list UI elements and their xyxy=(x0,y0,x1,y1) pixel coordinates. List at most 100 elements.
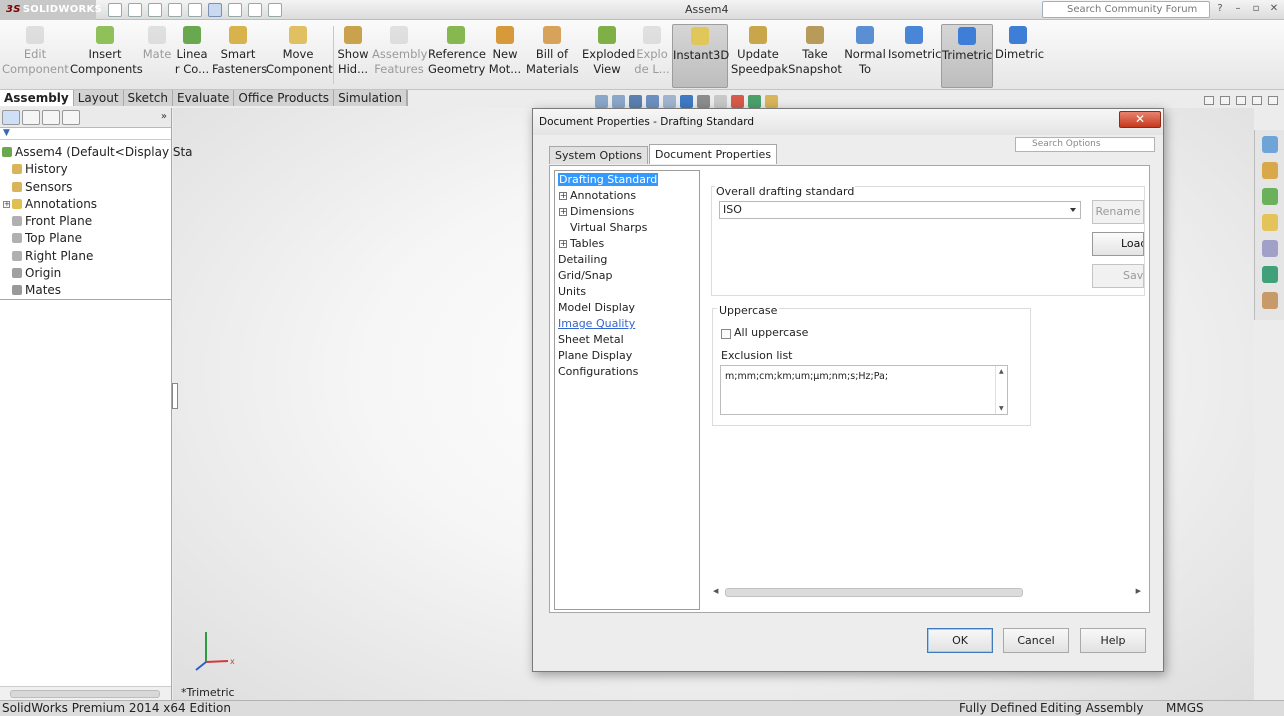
isometric-button[interactable]: Isometric xyxy=(888,24,941,88)
all-uppercase-label[interactable]: All uppercase xyxy=(734,326,808,339)
scroll-right-icon[interactable]: ▶ xyxy=(1136,587,1141,595)
custom-properties-icon[interactable] xyxy=(1261,266,1278,283)
previous-view-icon[interactable] xyxy=(629,95,642,108)
bill-of-materials-button[interactable]: Bill of Materials xyxy=(526,24,579,88)
help-button[interactable]: Help xyxy=(1080,628,1146,653)
feature-manager-tab-icon[interactable] xyxy=(2,110,20,125)
option-configurations[interactable]: Configurations xyxy=(555,364,699,380)
rebuild-icon[interactable] xyxy=(228,3,242,17)
scrollbar-thumb[interactable] xyxy=(10,690,160,698)
option-virtual-sharps[interactable]: Virtual Sharps xyxy=(555,220,699,236)
all-uppercase-checkbox[interactable] xyxy=(721,329,731,339)
zoom-to-fit-icon[interactable] xyxy=(595,95,608,108)
file-properties-icon[interactable] xyxy=(248,3,262,17)
tree-item-history[interactable]: History xyxy=(0,161,171,178)
move-component-button[interactable]: Move Component xyxy=(266,24,333,88)
new-motion-study-button[interactable]: New Mot... xyxy=(488,24,522,88)
search-options-input[interactable]: Search Options xyxy=(1015,137,1155,152)
smart-fasteners-button[interactable]: Smart Fasteners xyxy=(212,24,267,88)
display-manager-tab-icon[interactable] xyxy=(62,110,80,125)
option-tables[interactable]: + Tables xyxy=(555,236,699,252)
display-style-icon[interactable] xyxy=(697,95,710,108)
minimize-icon[interactable]: – xyxy=(1232,2,1244,15)
tree-horizontal-scrollbar[interactable] xyxy=(0,686,171,700)
expand-icon[interactable]: + xyxy=(3,200,10,208)
undo-icon[interactable] xyxy=(188,3,202,17)
options-horizontal-scrollbar[interactable]: ◀ ▶ xyxy=(711,586,1145,599)
rename-button[interactable]: Rename xyxy=(1092,200,1144,224)
linear-pattern-button[interactable]: Linea r Co... xyxy=(174,24,210,88)
restore-icon[interactable]: ▫ xyxy=(1250,2,1262,15)
save-to-external-file-button[interactable]: Save xyxy=(1092,264,1144,288)
tree-item-mates[interactable]: Mates xyxy=(0,282,171,299)
scroll-left-icon[interactable]: ◀ xyxy=(713,587,718,595)
file-explorer-icon[interactable] xyxy=(1261,188,1278,205)
open-folder-icon[interactable] xyxy=(128,3,142,17)
reference-geometry-button[interactable]: Reference Geometry xyxy=(428,24,486,88)
option-grid-snap[interactable]: Grid/Snap xyxy=(555,268,699,284)
tab-sketch[interactable]: Sketch xyxy=(124,90,173,106)
assembly-features-button[interactable]: Assembly Features xyxy=(372,24,427,88)
save-icon[interactable] xyxy=(148,3,162,17)
tree-item-front-plane[interactable]: Front Plane xyxy=(0,213,171,230)
solidworks-logo[interactable]: 3S SOLIDWORKS xyxy=(0,0,102,20)
forum-icon[interactable] xyxy=(1261,292,1278,309)
view-palette-icon[interactable] xyxy=(1261,214,1278,231)
view-settings-icon[interactable] xyxy=(765,95,778,108)
configuration-manager-tab-icon[interactable] xyxy=(42,110,60,125)
option-detailing[interactable]: Detailing xyxy=(555,252,699,268)
options-icon[interactable] xyxy=(268,3,282,17)
option-units[interactable]: Units xyxy=(555,284,699,300)
tab-assembly[interactable]: Assembly xyxy=(0,90,74,106)
option-plane-display[interactable]: Plane Display xyxy=(555,348,699,364)
scroll-down-icon[interactable]: ▼ xyxy=(999,405,1004,412)
option-sheet-metal[interactable]: Sheet Metal xyxy=(555,332,699,348)
instant3d-button[interactable]: Instant3D xyxy=(672,24,729,88)
section-view-icon[interactable] xyxy=(646,95,659,108)
tab-layout[interactable]: Layout xyxy=(74,90,124,106)
apply-scene-icon[interactable] xyxy=(748,95,761,108)
expand-icon[interactable]: + xyxy=(559,240,567,248)
tree-item-sensors[interactable]: Sensors xyxy=(0,179,171,196)
tab-office-products[interactable]: Office Products xyxy=(234,90,335,106)
trimetric-button[interactable]: Trimetric xyxy=(941,24,993,88)
edit-component-button[interactable]: Edit Component xyxy=(2,24,69,88)
show-hidden-button[interactable]: Show Hid... xyxy=(336,24,370,88)
unit-system-button[interactable]: MMGS xyxy=(1166,701,1204,716)
option-image-quality[interactable]: Image Quality xyxy=(555,316,699,332)
expand-icon[interactable]: + xyxy=(559,208,567,216)
solidworks-resources-icon[interactable] xyxy=(1261,136,1278,153)
edit-appearance-icon[interactable] xyxy=(731,95,744,108)
update-speedpak-button[interactable]: Update Speedpak xyxy=(731,24,788,88)
option-model-display[interactable]: Model Display xyxy=(555,300,699,316)
property-manager-tab-icon[interactable] xyxy=(22,110,40,125)
load-from-external-file-button[interactable]: Load xyxy=(1092,232,1144,256)
dimetric-button[interactable]: Dimetric xyxy=(995,24,1044,88)
exclusion-list-textarea[interactable]: m;mm;cm;km;um;µm;nm;s;Hz;Pa; ▲ ▼ xyxy=(720,365,1008,415)
explode-line-sketch-button[interactable]: Explo de L... xyxy=(634,24,670,88)
mate-button[interactable]: Mate xyxy=(142,24,172,88)
drafting-standard-select[interactable]: ISO xyxy=(719,201,1081,219)
tile-icon[interactable] xyxy=(1204,96,1214,105)
tab-document-properties[interactable]: Document Properties xyxy=(648,144,778,164)
tree-item-right-plane[interactable]: Right Plane xyxy=(0,248,171,265)
ok-button[interactable]: OK xyxy=(927,628,993,653)
expand-icon[interactable]: + xyxy=(559,192,567,200)
scroll-up-icon[interactable]: ▲ xyxy=(999,368,1004,375)
cancel-button[interactable]: Cancel xyxy=(1003,628,1069,653)
option-annotations[interactable]: + Annotations xyxy=(555,188,699,204)
tab-simulation[interactable]: Simulation xyxy=(334,90,407,106)
hide-show-items-icon[interactable] xyxy=(714,95,727,108)
tree-item-top-plane[interactable]: Top Plane xyxy=(0,230,171,247)
dialog-title-bar[interactable]: Document Properties - Drafting Standard … xyxy=(533,109,1163,135)
tab-evaluate[interactable]: Evaluate xyxy=(173,90,235,106)
close-icon[interactable]: ✕ xyxy=(1268,2,1280,15)
appearances-scenes-icon[interactable] xyxy=(1261,240,1278,257)
zoom-to-area-icon[interactable] xyxy=(612,95,625,108)
tab-system-options[interactable]: System Options xyxy=(549,146,648,164)
dynamic-annotation-icon[interactable] xyxy=(663,95,676,108)
view-orientation-icon[interactable] xyxy=(680,95,693,108)
exclusion-list-scrollbar[interactable]: ▲ ▼ xyxy=(995,366,1007,414)
option-drafting-standard[interactable]: Drafting Standard xyxy=(555,172,699,188)
option-dimensions[interactable]: + Dimensions xyxy=(555,204,699,220)
